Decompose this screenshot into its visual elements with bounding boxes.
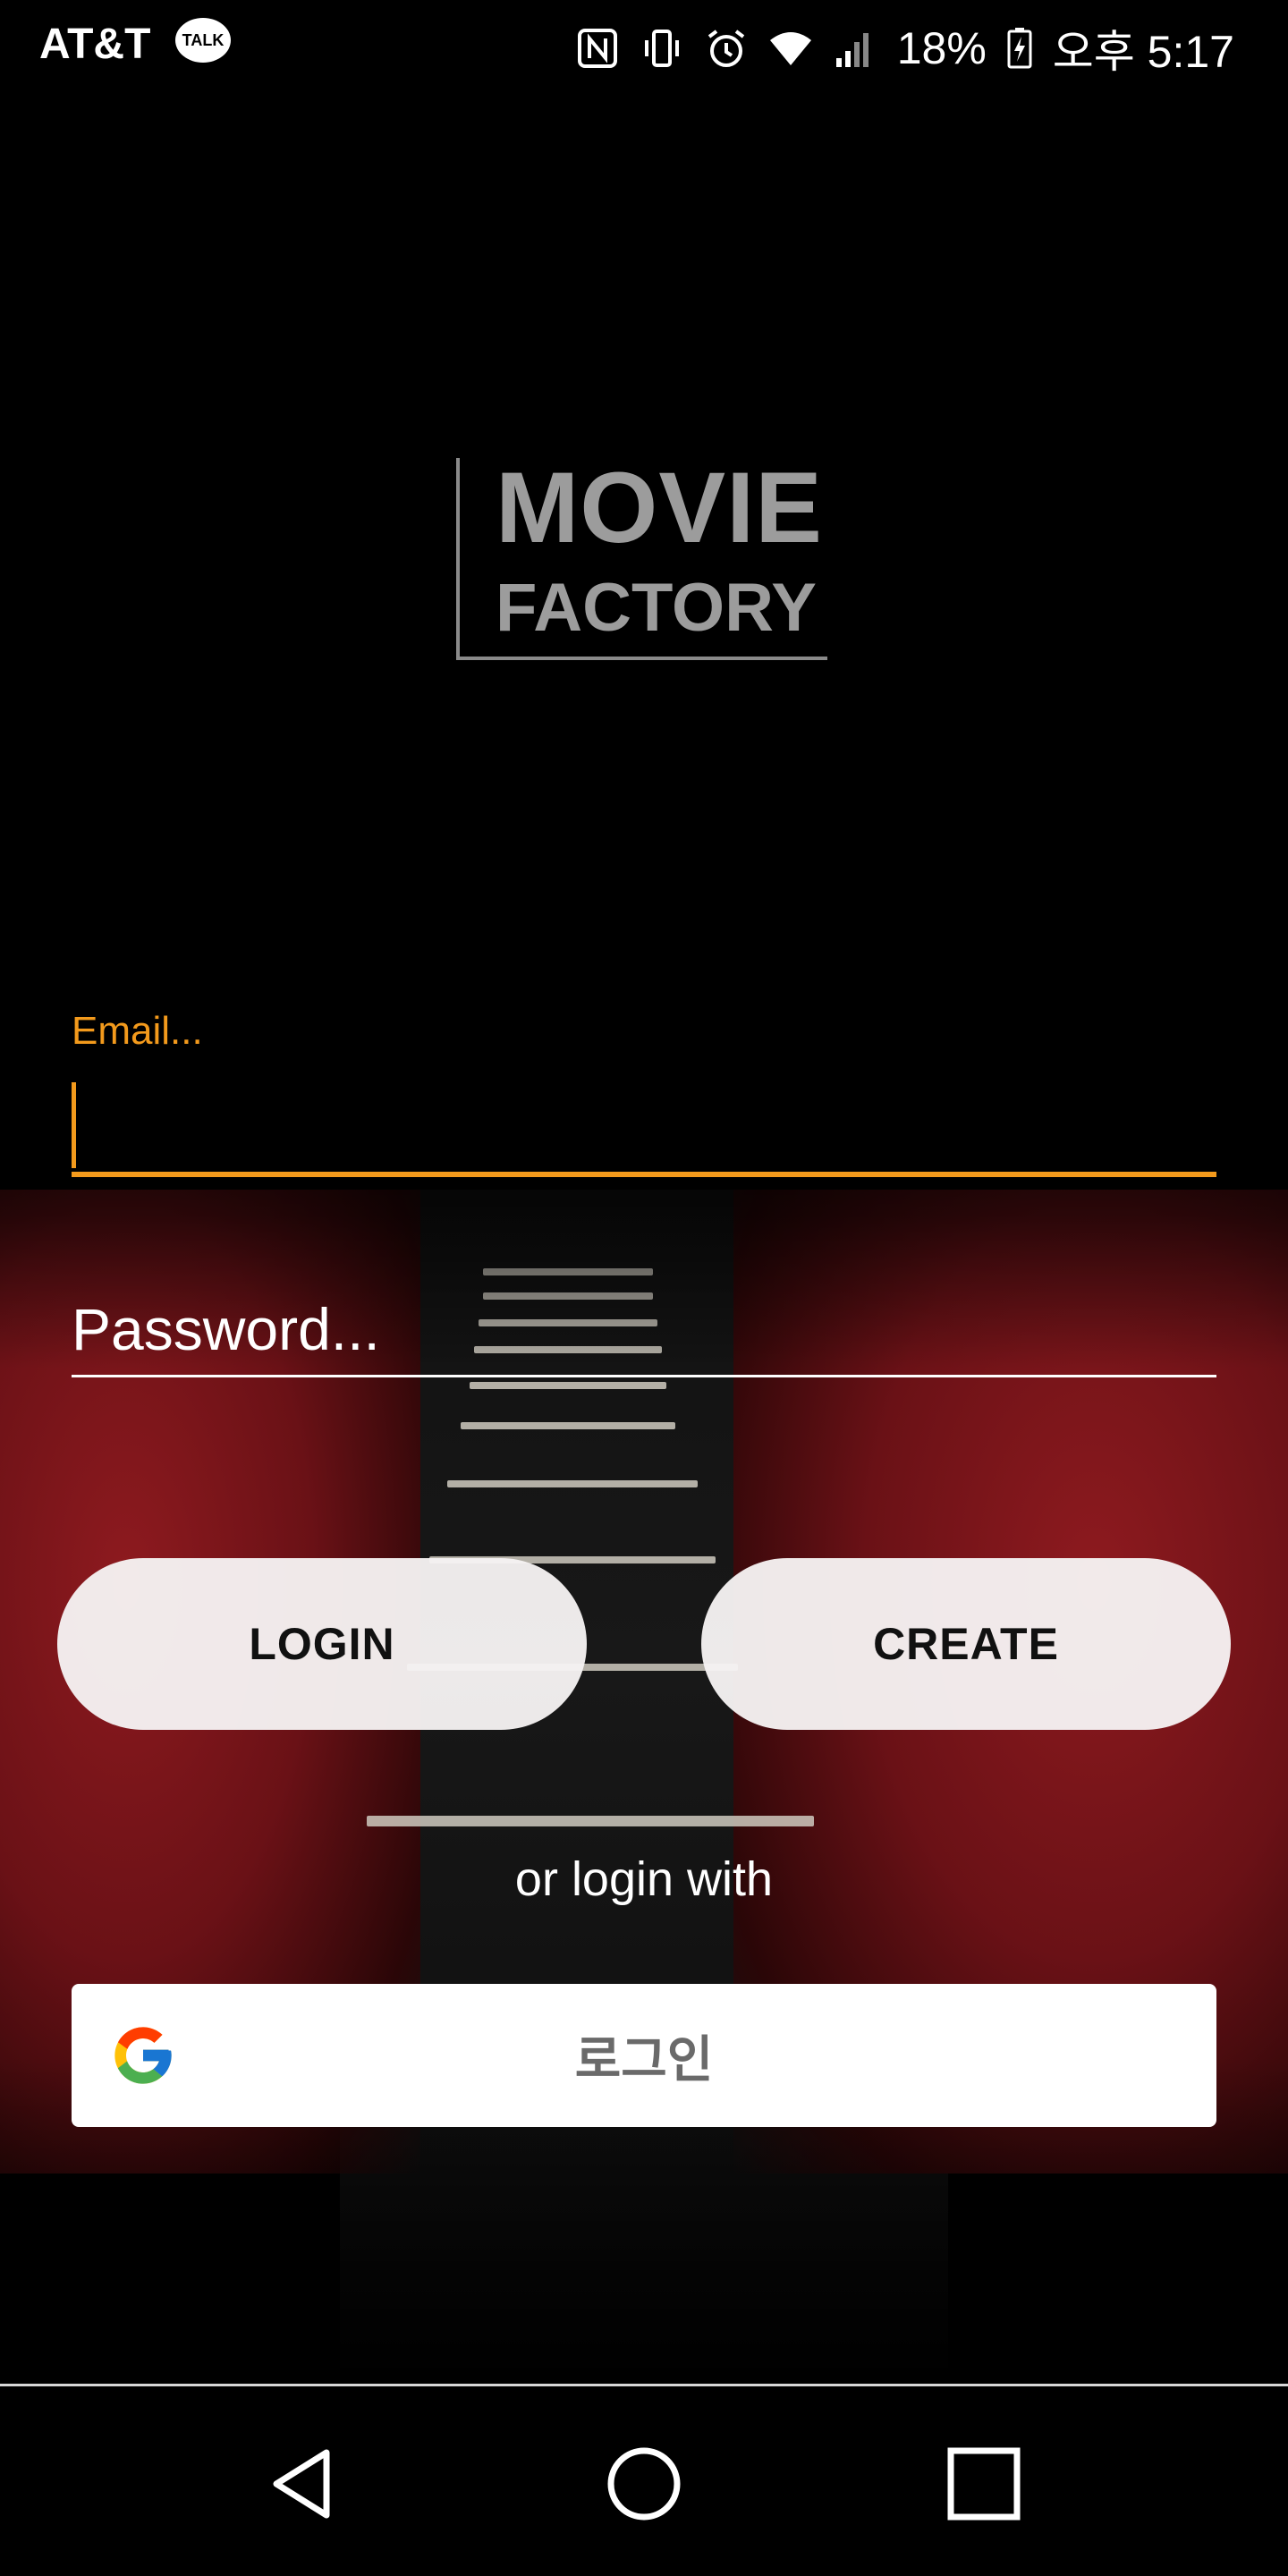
or-login-with-text: or login with [514, 1852, 774, 1906]
signal-icon [835, 33, 869, 67]
email-label: Email... [72, 1009, 203, 1053]
recent-square-icon[interactable] [944, 2444, 1024, 2524]
battery-percent: 18% [896, 23, 987, 73]
create-button-label: CREATE [873, 1619, 1059, 1669]
login-button-label: LOGIN [249, 1619, 395, 1669]
home-circle-icon[interactable] [604, 2444, 684, 2524]
kakaotalk-icon: TALK [175, 18, 231, 63]
login-button[interactable]: LOGIN [57, 1558, 587, 1730]
clock: 오후 5:17 [1052, 27, 1234, 77]
nfc-icon [577, 29, 617, 68]
google-signin-label: 로그인 [574, 2030, 714, 2088]
logo-line-movie: MOVIE [496, 452, 823, 564]
email-input[interactable] [72, 1073, 1216, 1177]
battery-charging-icon [1007, 28, 1032, 69]
wifi-icon [769, 32, 811, 65]
system-nav-bar [0, 2384, 1288, 2576]
text-cursor [72, 1082, 76, 1168]
alarm-icon [708, 30, 744, 67]
google-signin-button[interactable]: 로그인 [72, 1984, 1216, 2127]
password-input[interactable]: Password... [72, 1279, 1216, 1377]
vibrate-icon [644, 30, 679, 67]
back-triangle-icon[interactable] [264, 2444, 344, 2524]
movie-factory-logo: MOVIE FACTORY [456, 458, 827, 660]
status-bar: AT&T TALK 18% 오후 5:17 [0, 0, 1288, 89]
logo-line-factory: FACTORY [496, 570, 817, 646]
password-placeholder: Password... [72, 1296, 380, 1362]
carrier-label: AT&T [39, 21, 151, 68]
create-button[interactable]: CREATE [701, 1558, 1231, 1730]
